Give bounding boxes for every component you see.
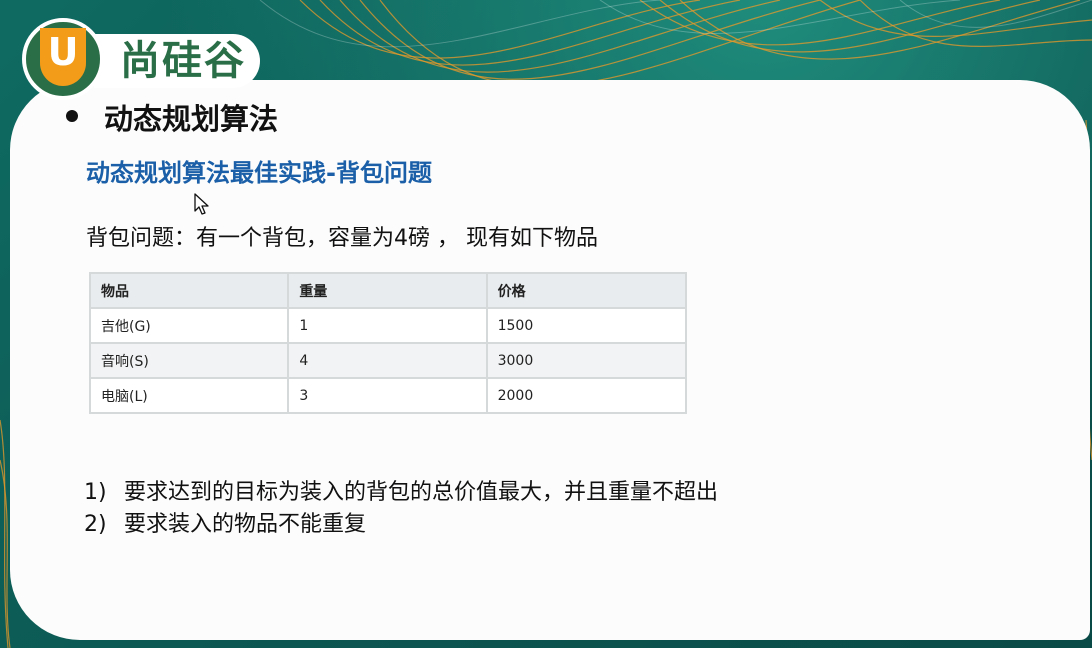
mouse-pointer-icon [194,193,209,215]
requirement-text: 要求装入的物品不能重复 [124,512,367,537]
table-cell-weight: 1 [287,307,488,344]
slide-subtitle: 动态规划算法最佳实践-背包问题 [86,159,432,187]
table-cell-price: 2000 [485,377,688,414]
table-row: 音响(S) 4 3000 [88,342,688,379]
requirement-text: 要求达到的目标为装入的背包的总价值最大，并且重量不超出 [124,480,719,505]
problem-statement: 背包问题：有一个背包，容量为4磅 ， 现有如下物品 [86,226,598,251]
table-cell-item: 电脑(L) [88,377,290,414]
table-cell-price: 3000 [485,342,688,379]
brand-name: 尚硅谷 [94,34,260,88]
table-row: 电脑(L) 3 2000 [88,377,688,414]
items-table: 物品 重量 价格 吉他(G) 1 1500 音响(S) 4 3000 电脑(L)… [88,272,688,414]
table-cell-item: 音响(S) [88,342,290,379]
column-header-price: 价格 [485,272,688,309]
brand-u-icon: U [22,18,104,100]
bullet-dot-icon [66,110,78,122]
requirement-number: 1) [84,480,107,505]
brand-logo: 尚硅谷 U [22,18,284,108]
slide-heading: 动态规划算法 [104,102,279,136]
table-cell-weight: 4 [287,342,488,379]
table-row: 吉他(G) 1 1500 [88,307,688,344]
requirement-item: 1) 要求达到的目标为装入的背包的总价值最大，并且重量不超出 [84,474,718,506]
table-header-row: 物品 重量 价格 [88,272,688,309]
brand-u-letter: U [47,30,79,74]
table-cell-price: 1500 [485,307,688,344]
requirement-item: 2) 要求装入的物品不能重复 [84,506,366,538]
column-header-weight: 重量 [287,272,488,309]
table-cell-weight: 3 [287,377,488,414]
requirement-number: 2) [84,512,107,537]
column-header-item: 物品 [88,272,290,309]
table-cell-item: 吉他(G) [88,307,290,344]
